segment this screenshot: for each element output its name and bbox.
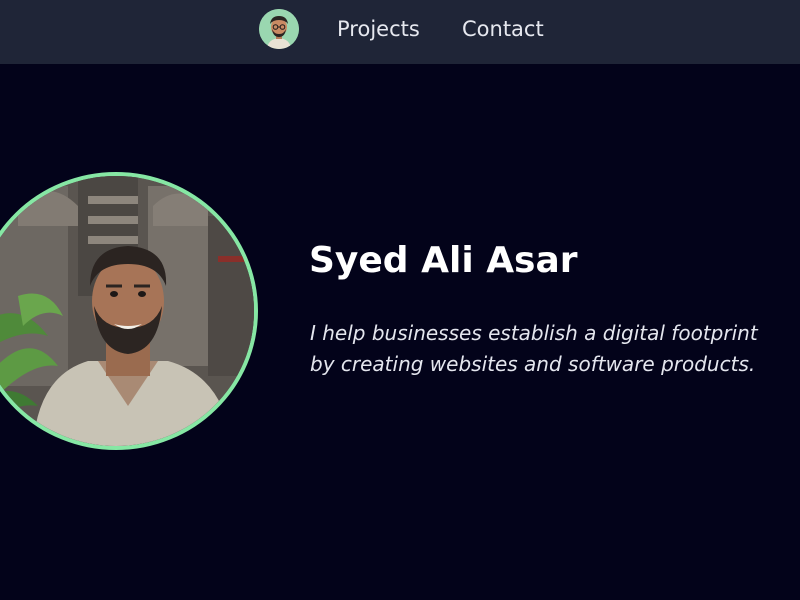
hero-tagline: I help businesses establish a digital fo…: [310, 318, 800, 380]
hero-tagline-line-2: by creating websites and software produc…: [310, 352, 756, 376]
cartoon-avatar-icon[interactable]: [259, 9, 299, 49]
profile-photo: [0, 172, 258, 450]
hero-name: Syed Ali Asar: [309, 240, 578, 281]
nav-link-contact[interactable]: Contact: [462, 14, 544, 44]
nav-link-projects[interactable]: Projects: [337, 14, 420, 44]
hero-tagline-line-1: I help businesses establish a digital fo…: [310, 321, 758, 345]
top-navbar: Projects Contact: [0, 0, 800, 64]
